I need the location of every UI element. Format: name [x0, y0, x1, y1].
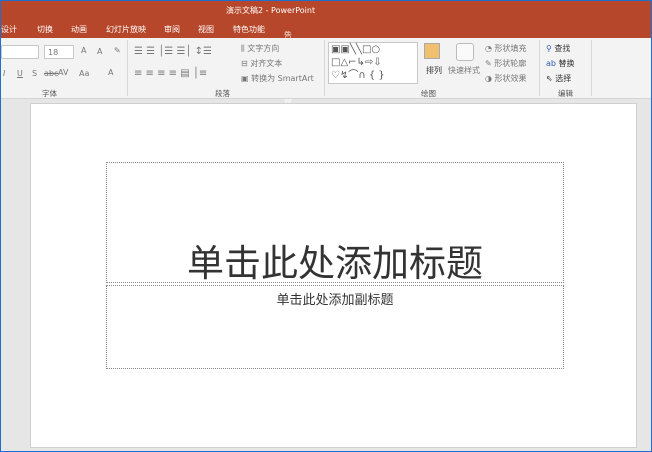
- text-direction-button[interactable]: ⫼ 文字方向: [241, 43, 279, 54]
- drawing-group-label: 绘图: [421, 89, 436, 98]
- align-text-button[interactable]: ⊟ 对齐文本: [241, 58, 282, 69]
- bullets-icon[interactable]: ☰ ☰ │☰ ☰│ ↕☰: [134, 46, 212, 57]
- powerpoint-window: 演示文稿2 - PowerPoint 设计 切换 动画 幻灯片放映 审阅 视图 …: [1, 1, 651, 451]
- shape-outline-label: 形状轮廓: [494, 59, 527, 68]
- shape-fill-button[interactable]: ◔ 形状填充: [485, 43, 527, 54]
- text-direction-label: 文字方向: [247, 44, 280, 53]
- find-label: 查找: [554, 44, 571, 53]
- divider: [127, 40, 128, 96]
- select-label: 选择: [555, 74, 572, 83]
- subtitle-placeholder[interactable]: 单击此处添加副标题: [106, 285, 564, 369]
- editing-group-label: 编辑: [558, 89, 573, 98]
- title-placeholder-text: 单击此处添加标题: [187, 242, 483, 285]
- tab-design[interactable]: 设计: [1, 24, 17, 35]
- replace-button[interactable]: ab 替换: [546, 58, 575, 69]
- clear-format-icon[interactable]: ✎: [114, 46, 121, 55]
- tab-animations[interactable]: 动画: [71, 24, 87, 35]
- find-button[interactable]: ⚲ 查找: [546, 43, 570, 54]
- font-name-input[interactable]: [1, 45, 39, 59]
- grow-font-button[interactable]: A: [81, 46, 86, 55]
- divider: [539, 40, 540, 96]
- quick-styles-button[interactable]: 快速样式: [448, 65, 480, 76]
- italic-button[interactable]: I: [3, 69, 5, 78]
- text-direction-icon: ⫼: [241, 44, 245, 53]
- ribbon: 18 A A ✎ I U S abc AV Aa A 字体 ☰ ☰ │☰ ☰│ …: [1, 38, 651, 99]
- tab-review[interactable]: 审阅: [164, 24, 180, 35]
- align-text-label: 对齐文本: [250, 59, 283, 68]
- tab-features[interactable]: 特色功能: [233, 24, 265, 35]
- effects-icon: ◑: [485, 74, 492, 83]
- strikethrough-button[interactable]: abc: [44, 69, 58, 78]
- char-spacing-button[interactable]: AV: [58, 68, 68, 77]
- arrange-icon: [424, 43, 440, 59]
- smartart-label: 转换为 SmartArt: [251, 74, 314, 83]
- paragraph-group-label: 段落: [215, 89, 230, 98]
- window-title: 演示文稿2 - PowerPoint: [226, 6, 316, 15]
- change-case-button[interactable]: Aa: [79, 69, 89, 78]
- tab-view[interactable]: 视图: [198, 24, 214, 35]
- tab-transitions[interactable]: 切换: [37, 24, 53, 35]
- slide-canvas[interactable]: 单击此处添加标题 单击此处添加副标题: [30, 103, 637, 448]
- align-text-icon: ⊟: [241, 59, 248, 68]
- smartart-button[interactable]: ▣ 转换为 SmartArt: [241, 73, 314, 84]
- ribbon-tabs: 设计 切换 动画 幻灯片放映 审阅 视图 特色功能 ♡ 告诉我您想要做什么...: [1, 18, 651, 128]
- font-size-value: 18: [48, 48, 59, 57]
- font-group-label: 字体: [42, 89, 57, 98]
- title-placeholder[interactable]: 单击此处添加标题: [106, 162, 564, 285]
- smartart-icon: ▣: [241, 74, 249, 83]
- select-button[interactable]: ⇖ 选择: [546, 73, 571, 84]
- replace-label: 替换: [558, 59, 575, 68]
- arrange-button[interactable]: 排列: [426, 65, 442, 76]
- search-icon: ⚲: [546, 44, 552, 53]
- replace-icon: ab: [546, 59, 556, 68]
- tab-slideshow[interactable]: 幻灯片放映: [106, 24, 146, 35]
- cursor-icon: ⇖: [546, 74, 553, 83]
- shape-outline-button[interactable]: ✎ 形状轮廓: [485, 58, 526, 69]
- shadow-button[interactable]: S: [32, 69, 37, 78]
- underline-button[interactable]: U: [17, 69, 23, 78]
- quick-styles-icon: [456, 43, 474, 61]
- font-size-input[interactable]: 18: [44, 45, 74, 59]
- shape-fill-label: 形状填充: [494, 44, 527, 53]
- paint-bucket-icon: ◔: [485, 44, 492, 53]
- shrink-font-button[interactable]: A: [97, 47, 102, 56]
- align-icons[interactable]: ≡ ≡ ≡ ≡ ▤ │≡: [134, 68, 207, 79]
- divider: [324, 40, 325, 96]
- title-bar: 演示文稿2 - PowerPoint: [1, 1, 651, 19]
- divider: [591, 40, 592, 96]
- shapes-gallery[interactable]: ▣▣╲╲□○ □△⌐↳⇨⇩ ♡↯⌒∩ { }: [328, 42, 418, 84]
- shape-effects-button[interactable]: ◑ 形状效果: [485, 73, 527, 84]
- pen-icon: ✎: [485, 59, 492, 68]
- font-color-button[interactable]: A: [108, 68, 113, 77]
- shape-effects-label: 形状效果: [494, 74, 527, 83]
- subtitle-placeholder-text: 单击此处添加副标题: [276, 293, 394, 308]
